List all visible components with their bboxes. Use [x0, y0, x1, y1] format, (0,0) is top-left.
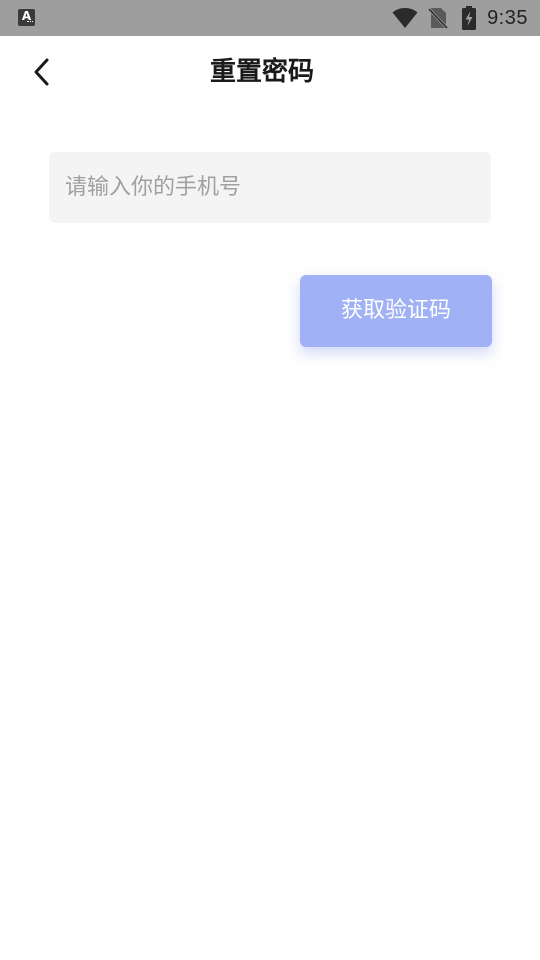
status-time: 9:35: [487, 7, 528, 29]
back-button[interactable]: [22, 52, 62, 92]
phone-input[interactable]: [65, 152, 475, 223]
app-notification-icon: A: [18, 9, 35, 26]
phone-input-container: [49, 152, 491, 223]
chevron-left-icon: [34, 58, 49, 86]
wifi-icon: [392, 8, 418, 28]
status-bar: A 9:35: [0, 0, 540, 36]
page-title: 重置密码: [209, 57, 314, 87]
reset-password-screen: A 9:35 重置密码 获取验证码: [0, 0, 540, 960]
get-verification-code-button[interactable]: 获取验证码: [300, 275, 492, 347]
no-sim-icon: [428, 7, 448, 29]
header: 重置密码: [0, 36, 540, 108]
battery-charging-icon: [462, 6, 476, 30]
